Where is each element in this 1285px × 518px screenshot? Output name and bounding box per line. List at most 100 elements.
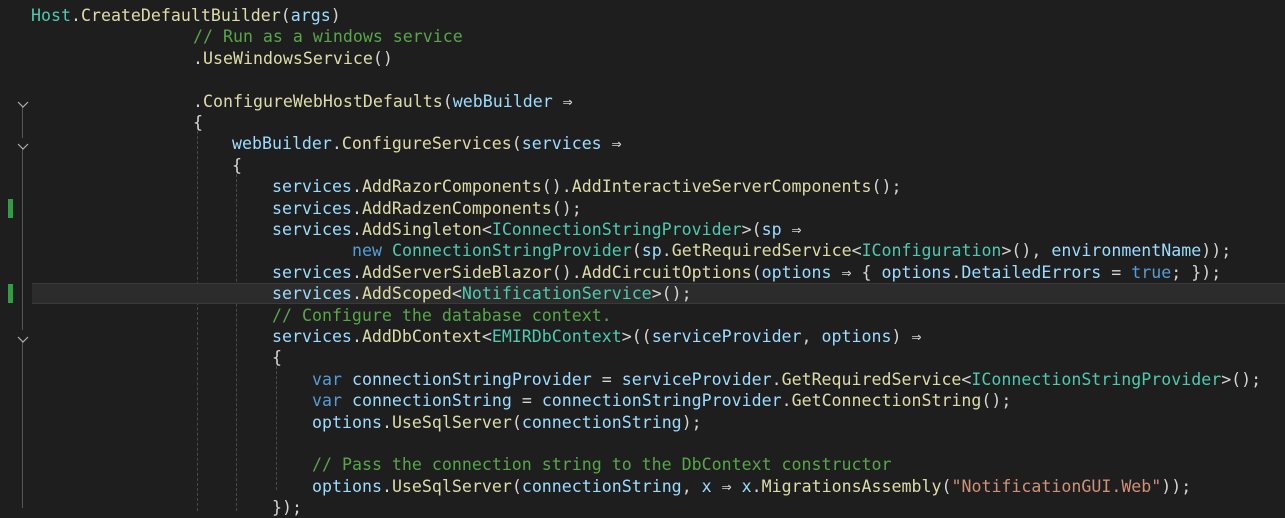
code-token-punct: < [451, 284, 462, 304]
code-text: services.AddScoped<NotificationService>(… [272, 283, 692, 304]
code-token-method: UseSqlServer [391, 412, 512, 432]
code-token-param: webBuilder [452, 91, 553, 111]
code-token-param: webBuilder [232, 134, 332, 154]
code-text: services.AddRadzenComponents(); [272, 198, 582, 219]
code-line[interactable]: { [0, 155, 1285, 176]
code-token-keyword: var [312, 369, 352, 389]
code-token-method: GetRequiredService [671, 241, 852, 261]
code-text: var connectionString = connectionStringP… [312, 390, 1011, 411]
code-token-type: IConfiguration [861, 241, 1002, 261]
code-token-method: AddRadzenComponents [361, 198, 552, 218]
code-token-param: options [312, 476, 382, 496]
code-token-param: options [761, 262, 832, 282]
code-token-punct: (); [551, 198, 582, 218]
code-line[interactable] [0, 69, 1285, 90]
code-token-punct: ( [511, 412, 522, 432]
code-line[interactable]: options.UseSqlServer(connectionString); [0, 412, 1285, 433]
code-token-punct: ( [631, 241, 642, 261]
code-token-punct: { [272, 348, 282, 368]
code-text: // Configure the database context. [272, 305, 612, 326]
code-token-punct: = [511, 391, 542, 411]
code-token-punct: ( [751, 262, 762, 282]
code-token-method: ConfigureServices [341, 134, 512, 154]
code-line[interactable]: services.AddServerSideBlazor().AddCircui… [0, 262, 1285, 283]
code-line[interactable]: services.AddScoped<NotificationService>(… [0, 283, 1285, 304]
code-text: { [193, 112, 203, 133]
code-token-punct: )); [1201, 241, 1232, 261]
code-token-punct: . [381, 476, 392, 496]
code-token-param: x [701, 476, 712, 496]
code-token-ident: connectionString [521, 476, 682, 496]
code-token-type: Host [31, 6, 71, 25]
code-token-punct: , [681, 476, 702, 496]
code-token-punct: . [351, 284, 362, 304]
code-text: services.AddServerSideBlazor().AddCircui… [272, 262, 1221, 283]
code-token-param: x [741, 476, 752, 496]
code-line[interactable]: { [0, 347, 1285, 368]
code-token-punct: ⇒ [781, 220, 802, 239]
code-line[interactable]: options.UseSqlServer(connectionString, x… [0, 476, 1285, 497]
code-line[interactable]: services.AddDbContext<EMIRDbContext>((se… [0, 326, 1285, 347]
code-token-method: GetRequiredService [781, 369, 962, 389]
code-token-param: serviceProvider [651, 327, 802, 346]
code-line[interactable]: services.AddSingleton<IConnectionStringP… [0, 219, 1285, 240]
code-line[interactable]: services.AddRadzenComponents(); [0, 198, 1285, 219]
code-line[interactable]: var connectionString = connectionStringP… [0, 390, 1285, 411]
code-token-comment: // Run as a windows service [193, 27, 463, 47]
code-token-keyword: true [1131, 262, 1172, 282]
code-line[interactable]: Host.CreateDefaultBuilder(args) [0, 5, 1285, 26]
code-line[interactable] [0, 433, 1285, 454]
code-token-param: services [272, 327, 352, 346]
code-token-punct: . [351, 220, 362, 239]
code-token-ident: connectionStringProvider [541, 391, 782, 411]
code-text: services.AddRazorComponents().AddInterac… [272, 176, 901, 197]
code-editor[interactable]: Host.CreateDefaultBuilder(args)// Run as… [0, 0, 1285, 517]
code-token-punct: . [751, 476, 762, 496]
code-token-punct: . [951, 262, 962, 282]
code-line[interactable]: webBuilder.ConfigureServices(services ⇒ [0, 133, 1285, 154]
code-line[interactable]: .UseWindowsService() [0, 48, 1285, 69]
code-token-ident: DetailedErrors [961, 262, 1102, 282]
code-line[interactable]: // Pass the connection string to the DbC… [0, 454, 1285, 475]
code-token-punct: () [372, 48, 393, 68]
code-token-comment: // Configure the database context. [272, 305, 612, 325]
code-token-punct: }); [272, 498, 302, 518]
code-line[interactable]: // Run as a windows service [0, 26, 1285, 47]
code-line[interactable]: .ConfigureWebHostDefaults(webBuilder ⇒ [0, 91, 1285, 112]
code-token-punct: < [481, 220, 492, 239]
code-line[interactable]: var connectionStringProvider = servicePr… [0, 369, 1285, 390]
code-token-method: CreateDefaultBuilder [80, 6, 281, 25]
code-token-punct: ( [511, 134, 522, 154]
code-line[interactable]: // Configure the database context. [0, 305, 1285, 326]
code-token-punct: (); [871, 177, 902, 197]
code-token-ident: connectionStringProvider [351, 369, 592, 389]
code-token-method: UseSqlServer [391, 476, 512, 496]
code-text: services.AddSingleton<IConnectionStringP… [272, 219, 802, 240]
code-token-type: IConnectionStringProvider [491, 220, 742, 239]
code-token-punct: >(( [621, 327, 652, 346]
code-token-punct: . [661, 241, 672, 261]
code-token-punct: ( [511, 476, 522, 496]
code-text: // Pass the connection string to the DbC… [312, 454, 891, 475]
code-token-keyword: new [352, 241, 392, 261]
code-token-punct: . [193, 48, 203, 68]
code-token-param: services [272, 284, 352, 304]
code-token-punct: { [232, 155, 242, 175]
code-token-method: AddScoped [361, 284, 452, 304]
code-token-punct: (); [981, 391, 1012, 411]
code-line[interactable]: new ConnectionStringProvider(sp.GetRequi… [0, 240, 1285, 261]
code-token-punct: ) ⇒ [891, 327, 922, 346]
code-token-param: services [272, 177, 352, 197]
code-token-punct: >(); [651, 284, 692, 304]
code-line[interactable]: }); [0, 497, 1285, 518]
code-token-param: services [272, 220, 352, 239]
code-line[interactable]: { [0, 112, 1285, 133]
code-token-type: EMIRDbContext [491, 327, 622, 346]
code-token-method: AddSingleton [361, 220, 482, 239]
code-token-punct: ; }); [1171, 262, 1222, 282]
code-token-punct: . [351, 198, 362, 218]
code-line[interactable]: services.AddRazorComponents().AddInterac… [0, 176, 1285, 197]
code-text: { [272, 347, 282, 368]
code-token-method: AddServerSideBlazor [361, 262, 552, 282]
code-token-ident: connectionString [351, 391, 512, 411]
